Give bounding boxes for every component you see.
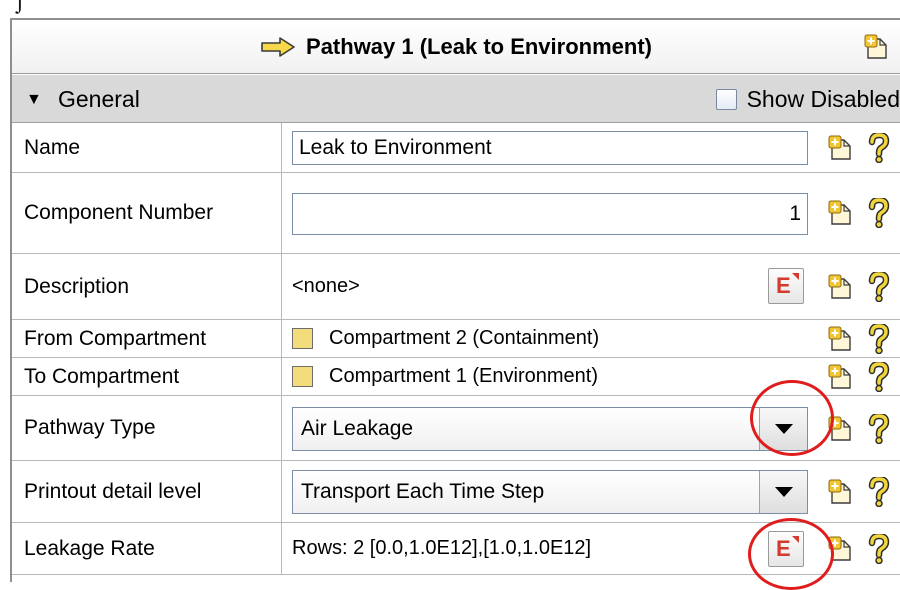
- help-icon[interactable]: [868, 324, 890, 354]
- note-add-icon[interactable]: [828, 326, 854, 352]
- from-compartment-value: Compartment 2 (Containment): [329, 327, 600, 349]
- help-icon[interactable]: [868, 198, 890, 228]
- compartment-icon: [292, 366, 313, 387]
- property-label-name: Name: [12, 123, 282, 172]
- description-value: <none>: [292, 275, 360, 297]
- show-disabled-label: Show Disabled: [746, 86, 900, 112]
- help-icon[interactable]: [868, 414, 890, 444]
- chevron-down-icon: [775, 487, 793, 497]
- section-general-header[interactable]: ▼ General Show Disabled: [12, 75, 900, 123]
- property-panel: Pathway 1 (Leak to Environment) ▼ Genera…: [10, 18, 900, 582]
- name-input[interactable]: Leak to Environment: [292, 131, 808, 165]
- description-edit-button[interactable]: E: [768, 268, 804, 304]
- property-label-pathway-type: Pathway Type: [12, 396, 282, 460]
- leakage-rate-value: Rows: 2 [0.0,1.0E12],[1.0,1.0E12]: [292, 537, 592, 559]
- from-compartment-link[interactable]: Compartment 2 (Containment): [292, 320, 599, 357]
- property-label-description: Description: [12, 254, 282, 319]
- component-number-value: 1: [789, 202, 801, 225]
- property-label-to-compartment: To Compartment: [12, 358, 282, 395]
- property-row-name: Name Leak to Environment: [12, 123, 900, 173]
- property-label-component-number: Component Number: [12, 173, 282, 253]
- triangle-down-icon[interactable]: ▼: [26, 92, 42, 108]
- property-row-component-number: Component Number 1: [12, 173, 900, 254]
- note-add-icon[interactable]: [828, 200, 854, 226]
- property-row-description: Description <none> E: [12, 254, 900, 320]
- panel-title: Pathway 1 (Leak to Environment): [306, 34, 652, 59]
- property-label-leakage-rate: Leakage Rate: [12, 523, 282, 574]
- printout-detail-selected: Transport Each Time Step: [301, 480, 545, 503]
- name-input-value: Leak to Environment: [299, 136, 492, 159]
- to-compartment-link[interactable]: Compartment 1 (Environment): [292, 358, 598, 395]
- arrow-right-icon: [261, 37, 295, 57]
- property-row-printout-detail-level: Printout detail level Transport Each Tim…: [12, 461, 900, 523]
- pathway-type-dropdown[interactable]: Air Leakage: [292, 407, 808, 451]
- property-label-printout-detail-level: Printout detail level: [12, 461, 282, 522]
- property-label-from-compartment: From Compartment: [12, 320, 282, 357]
- compartment-icon: [292, 328, 313, 349]
- note-add-icon[interactable]: [828, 364, 854, 390]
- cropped-text-fragment: ⌡: [12, 0, 28, 10]
- help-icon[interactable]: [868, 534, 890, 564]
- show-disabled-checkbox[interactable]: [715, 89, 737, 110]
- note-add-icon[interactable]: [828, 135, 854, 161]
- note-add-icon[interactable]: [828, 479, 854, 505]
- component-number-input[interactable]: 1: [292, 193, 808, 235]
- annotation-circle: [750, 380, 834, 456]
- property-row-from-compartment: From Compartment Compartment 2 (Containm…: [12, 320, 900, 358]
- section-general-label: General: [58, 86, 140, 112]
- pathway-type-selected: Air Leakage: [301, 417, 414, 440]
- annotation-circle: [748, 518, 834, 590]
- help-icon[interactable]: [868, 362, 890, 392]
- printout-detail-dropdown[interactable]: Transport Each Time Step: [292, 470, 808, 514]
- printout-detail-dropdown-button[interactable]: [759, 471, 807, 513]
- panel-titlebar: Pathway 1 (Leak to Environment): [12, 20, 900, 74]
- to-compartment-value: Compartment 1 (Environment): [329, 365, 598, 387]
- note-add-icon[interactable]: [864, 34, 890, 60]
- help-icon[interactable]: [868, 133, 890, 163]
- help-icon[interactable]: [868, 272, 890, 302]
- note-add-icon[interactable]: [828, 274, 854, 300]
- show-disabled-toggle[interactable]: Show Disabled: [715, 86, 900, 113]
- editor-e-icon: E: [776, 273, 791, 298]
- help-icon[interactable]: [868, 477, 890, 507]
